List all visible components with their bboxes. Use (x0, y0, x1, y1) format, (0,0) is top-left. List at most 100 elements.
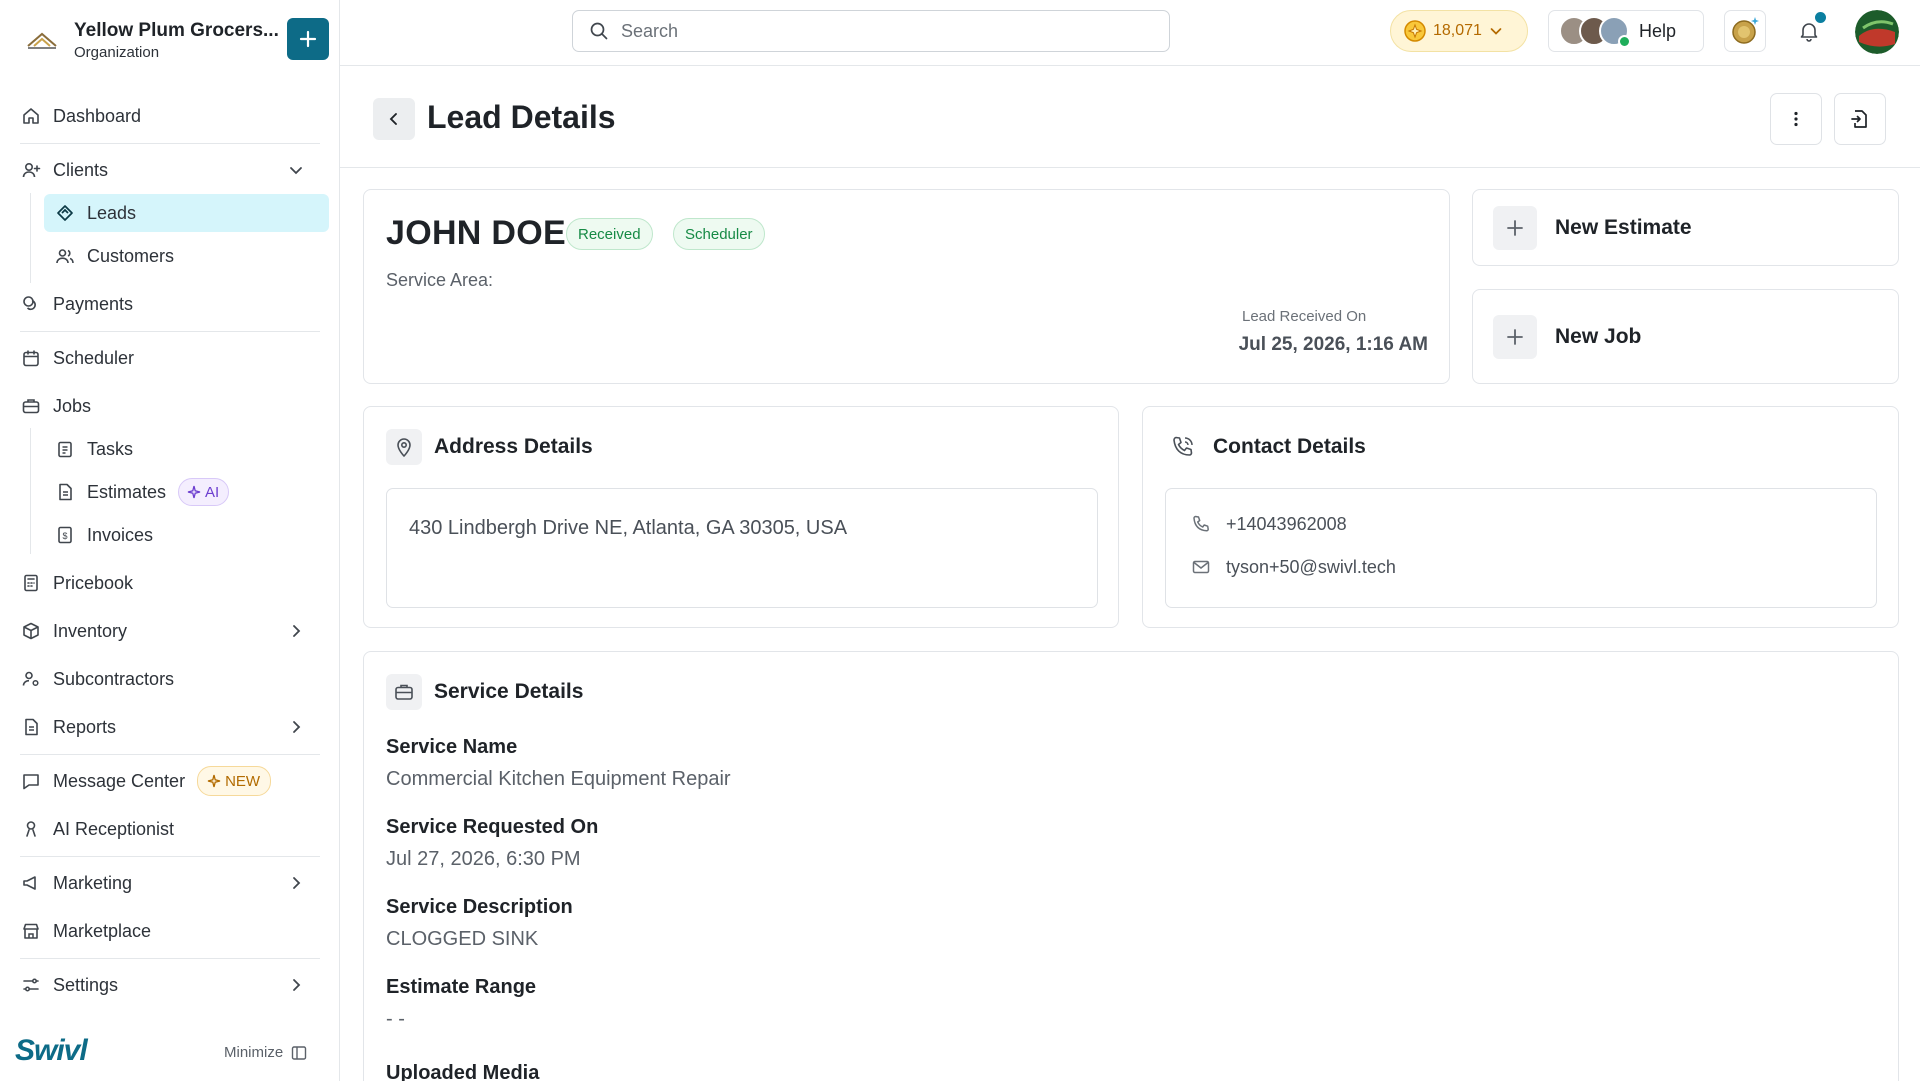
sidebar-item-subcontractors[interactable]: Subcontractors (20, 660, 325, 698)
org-type: Organization (74, 44, 160, 61)
sidebar-item-ai-receptionist[interactable]: AI Receptionist (20, 810, 325, 848)
contact-phone-row[interactable]: +14043962008 (1190, 513, 1347, 535)
sidebar-item-inventory[interactable]: Inventory (20, 612, 325, 650)
ai-coin-icon (1732, 17, 1759, 44)
report-icon (20, 716, 42, 738)
mail-icon (1190, 556, 1212, 578)
new-badge-label: NEW (225, 772, 261, 790)
new-estimate-label: New Estimate (1555, 215, 1692, 239)
sliders-icon (20, 974, 42, 996)
chevron-right-icon (287, 622, 305, 640)
top-bar: 18,071 Help (340, 0, 1920, 66)
lead-name: JOHN DOE (386, 214, 566, 252)
calculator-icon (20, 572, 42, 594)
user-plus-icon (20, 159, 42, 181)
ai-badge: AI (178, 478, 230, 506)
search-bar[interactable] (572, 10, 1170, 52)
user-avatar[interactable] (1855, 10, 1899, 54)
sidebar-item-pricebook[interactable]: Pricebook (20, 564, 325, 602)
chevron-left-icon (389, 113, 397, 125)
convert-lead-button[interactable] (1834, 93, 1886, 145)
plus-icon (299, 30, 317, 48)
chevron-down-icon (1488, 23, 1504, 39)
more-options-button[interactable] (1770, 93, 1822, 145)
sidebar-item-label: Invoices (87, 524, 154, 545)
sidebar-item-scheduler[interactable]: Scheduler (20, 339, 325, 377)
contact-email: tyson+50@swivl.tech (1226, 556, 1396, 577)
file-export-icon (1851, 110, 1867, 128)
notifications-button[interactable] (1788, 10, 1830, 52)
service-details-card: Service Details Service Name Commercial … (363, 651, 1899, 1081)
tree-line (30, 193, 31, 283)
org-name: Yellow Plum Grocers... (74, 20, 279, 41)
service-requested-label: Service Requested On (386, 816, 599, 838)
contact-email-row[interactable]: tyson+50@swivl.tech (1190, 556, 1396, 578)
service-description-value: CLOGGED SINK (386, 928, 539, 950)
address-details-card: Address Details 430 Lindbergh Drive NE, … (363, 406, 1119, 628)
lead-summary-card: JOHN DOE Received Scheduler Service Area… (363, 189, 1450, 384)
phone-icon (1190, 513, 1212, 535)
sidebar-item-label: Clients (53, 159, 109, 180)
create-new-button[interactable] (287, 18, 329, 60)
address-value: 430 Lindbergh Drive NE, Atlanta, GA 3030… (409, 517, 848, 539)
plus-icon (1493, 205, 1537, 250)
service-section-title: Service Details (434, 680, 584, 703)
sidebar-item-clients[interactable]: Clients (20, 151, 325, 189)
sidebar-item-label: Marketplace (53, 920, 152, 941)
more-vertical-icon (1794, 111, 1798, 127)
sidebar-item-reports[interactable]: Reports (20, 708, 325, 746)
notification-dot (1815, 12, 1826, 23)
coin-icon (1403, 19, 1427, 43)
search-input[interactable] (621, 20, 1141, 42)
box-icon (20, 620, 42, 642)
status-badge-scheduler: Scheduler (673, 218, 765, 250)
contact-section-header: Contact Details (1165, 429, 1366, 465)
sidebar-item-tasks[interactable]: Tasks (44, 430, 329, 468)
sidebar-item-label: Leads (87, 202, 137, 223)
status-badge-received: Received (566, 218, 653, 250)
sidebar-item-estimates[interactable]: Estimates AI (44, 473, 329, 511)
sidebar-item-customers[interactable]: Customers (44, 237, 329, 275)
sidebar-item-marketing[interactable]: Marketing (20, 864, 325, 902)
calendar-icon (20, 347, 42, 369)
minimize-sidebar-button[interactable]: Minimize (224, 1044, 307, 1061)
sidebar-item-label: Customers (87, 245, 175, 266)
sidebar-item-dashboard[interactable]: Dashboard (20, 97, 325, 135)
sidebar-item-label: Settings (53, 974, 119, 995)
sidebar-item-label: Marketing (53, 872, 133, 893)
org-switcher[interactable]: Yellow Plum Grocers... Organization (24, 18, 329, 68)
credits-dropdown[interactable]: 18,071 (1390, 10, 1528, 52)
ai-assistant-button[interactable] (1724, 10, 1766, 52)
sidebar-item-settings[interactable]: Settings (20, 966, 325, 1004)
back-button[interactable] (373, 98, 415, 140)
sidebar-item-leads[interactable]: Leads (44, 194, 329, 232)
user-gear-icon (20, 668, 42, 690)
sidebar-item-label: Payments (53, 293, 134, 314)
phone-call-icon (1165, 429, 1201, 465)
contact-details-card: Contact Details +14043962008 tyson+50@sw… (1142, 406, 1899, 628)
address-section-header: Address Details (386, 429, 593, 465)
page-header: Lead Details (340, 66, 1920, 168)
message-icon (20, 770, 42, 792)
sidebar-item-jobs[interactable]: Jobs (20, 387, 325, 425)
sidebar-item-label: Subcontractors (53, 668, 175, 689)
service-requested-value: Jul 27, 2026, 6:30 PM (386, 848, 581, 870)
sidebar-item-message-center[interactable]: Message Center NEW (20, 762, 325, 800)
new-estimate-button[interactable]: New Estimate (1472, 189, 1899, 266)
sidebar-item-invoices[interactable]: $ Invoices (44, 516, 329, 554)
new-badge: NEW (197, 766, 272, 796)
uploaded-media-label: Uploaded Media (386, 1062, 540, 1081)
clipboard-icon (54, 438, 76, 460)
brand-logo: Swivl (15, 1034, 88, 1067)
sidebar-item-payments[interactable]: Payments (20, 285, 325, 323)
help-button[interactable]: Help (1548, 10, 1704, 52)
online-status-dot (1618, 35, 1631, 48)
new-job-button[interactable]: New Job (1472, 289, 1899, 384)
store-icon (20, 920, 42, 942)
sidebar-item-marketplace[interactable]: Marketplace (20, 912, 325, 950)
leads-icon (54, 202, 76, 224)
sidebar-item-label: Pricebook (53, 572, 134, 593)
sidebar-item-label: Dashboard (53, 105, 142, 126)
contact-section-title: Contact Details (1213, 435, 1366, 458)
document-icon (54, 481, 76, 503)
